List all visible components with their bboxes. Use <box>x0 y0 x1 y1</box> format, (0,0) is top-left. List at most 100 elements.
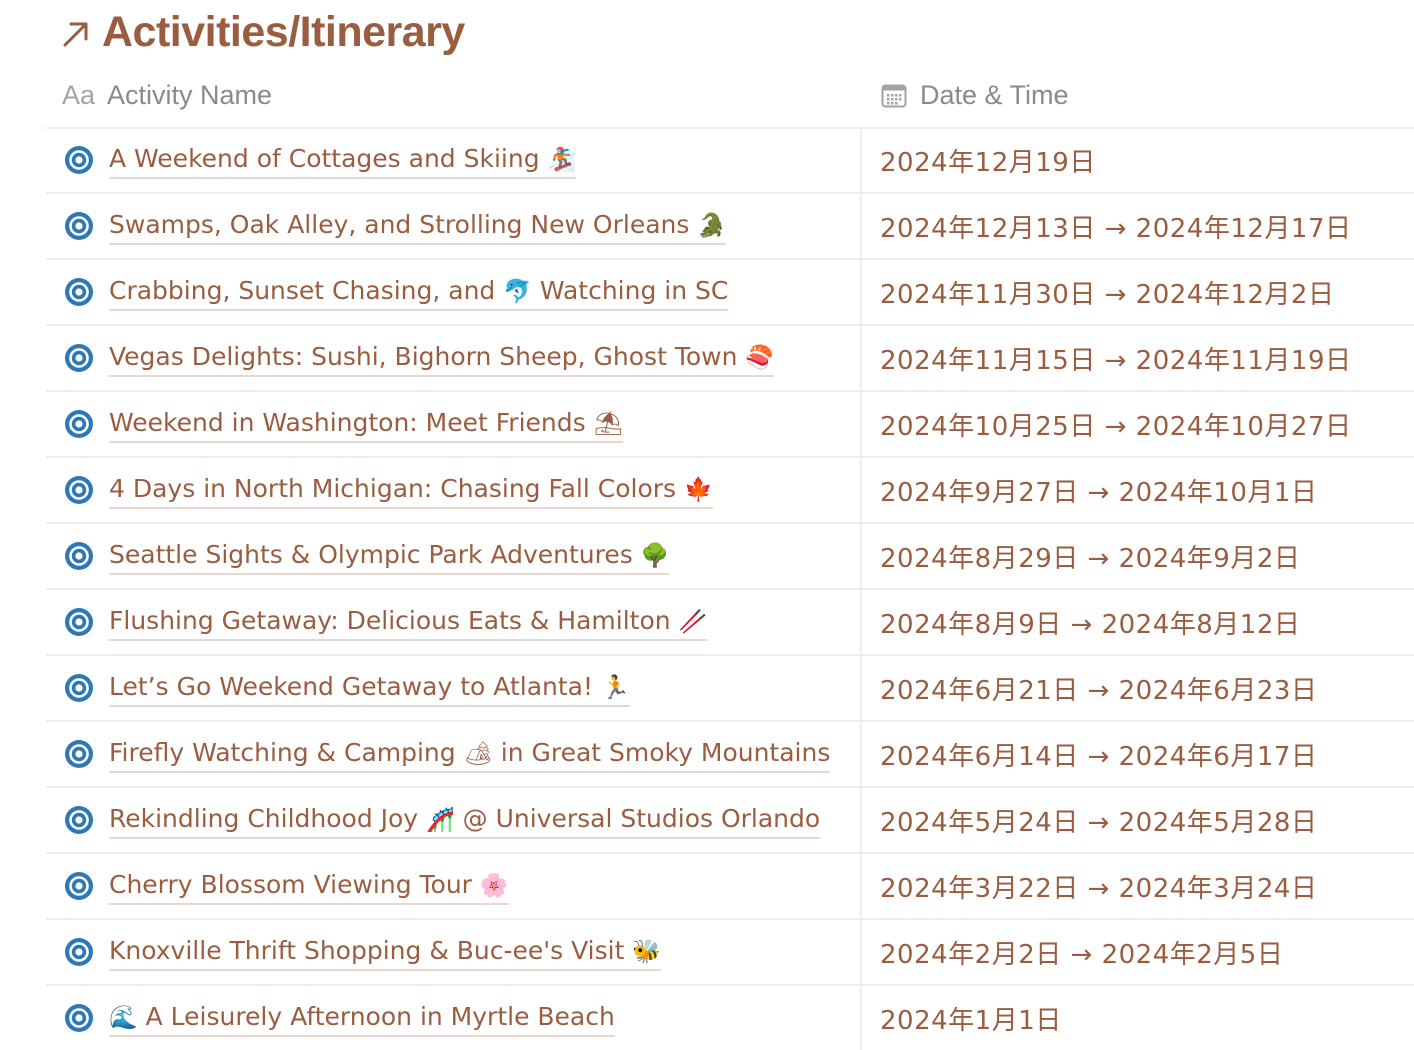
activity-title-link[interactable]: 4 Days in North Michigan: Chasing Fall C… <box>109 472 713 509</box>
activity-name-cell[interactable]: Cherry Blossom Viewing Tour 🌸 <box>46 854 862 918</box>
table-row[interactable]: Knoxville Thrift Shopping & Buc-ee's Vis… <box>46 920 1414 986</box>
table-row[interactable]: Flushing Getaway: Delicious Eats & Hamil… <box>46 590 1414 656</box>
activity-name-cell[interactable]: Flushing Getaway: Delicious Eats & Hamil… <box>46 590 862 654</box>
activity-title-link[interactable]: 🌊 A Leisurely Afternoon in Myrtle Beach <box>109 1000 615 1037</box>
table-row[interactable]: 🌊 A Leisurely Afternoon in Myrtle Beach 2… <box>46 986 1414 1050</box>
database-title[interactable]: Activities/Itinerary <box>60 4 465 60</box>
activity-title-text: Cherry Blossom Viewing Tour <box>109 869 472 899</box>
activity-title-text: A Weekend of Cottages and Skiing <box>109 143 540 173</box>
activity-name-cell[interactable]: Firefly Watching & Camping 🏕 in Great Sm… <box>46 722 862 786</box>
activity-emoji: 🏕 <box>463 740 493 767</box>
activity-title-text: Flushing Getaway: Delicious Eats & Hamil… <box>109 605 671 635</box>
activity-title-link[interactable]: Let’s Go Weekend Getaway to Atlanta! 🏃 <box>109 670 630 707</box>
activity-title-link[interactable]: Cherry Blossom Viewing Tour 🌸 <box>109 868 509 905</box>
activity-title-text: Watching in SC <box>531 275 729 305</box>
date-time-cell[interactable]: 2024年12月19日 <box>862 128 1096 192</box>
page-target-icon <box>64 145 94 175</box>
column-header-label: Date & Time <box>920 80 1069 110</box>
activity-title-link[interactable]: Firefly Watching & Camping 🏕 in Great Sm… <box>109 736 831 773</box>
activity-title-link[interactable]: Flushing Getaway: Delicious Eats & Hamil… <box>109 604 708 641</box>
activity-title-link[interactable]: Crabbing, Sunset Chasing, and 🐬 Watching… <box>109 274 729 311</box>
table-row[interactable]: Firefly Watching & Camping 🏕 in Great Sm… <box>46 722 1414 788</box>
activity-name-cell[interactable]: 🌊 A Leisurely Afternoon in Myrtle Beach <box>46 986 862 1050</box>
page-target-icon <box>64 343 94 373</box>
activity-title-link[interactable]: Seattle Sights & Olympic Park Adventures… <box>109 538 670 575</box>
page-target-icon <box>64 673 94 703</box>
date-time-cell[interactable]: 2024年11月30日 → 2024年12月2日 <box>862 260 1334 324</box>
date-time-cell[interactable]: 2024年6月21日 → 2024年6月23日 <box>862 656 1317 720</box>
activity-emoji: 🏂 <box>547 146 577 173</box>
database-title-text[interactable]: Activities/Itinerary <box>102 8 465 57</box>
page-target-icon <box>64 739 94 769</box>
activity-name-cell[interactable]: 4 Days in North Michigan: Chasing Fall C… <box>46 458 862 522</box>
table-row[interactable]: Weekend in Washington: Meet Friends ⛱ 202… <box>46 392 1414 458</box>
date-time-cell[interactable]: 2024年8月9日 → 2024年8月12日 <box>862 590 1300 654</box>
activity-title-link[interactable]: Knoxville Thrift Shopping & Buc-ee's Vis… <box>109 934 661 971</box>
activity-name-cell[interactable]: Let’s Go Weekend Getaway to Atlanta! 🏃 <box>46 656 862 720</box>
date-time-cell[interactable]: 2024年8月29日 → 2024年9月2日 <box>862 524 1300 588</box>
activity-title-link[interactable]: A Weekend of Cottages and Skiing 🏂 <box>109 142 577 179</box>
activity-title-link[interactable]: Rekindling Childhood Joy 🎢 @ Universal S… <box>109 802 821 839</box>
activity-name-cell[interactable]: Crabbing, Sunset Chasing, and 🐬 Watching… <box>46 260 862 324</box>
date-time-cell[interactable]: 2024年1月1日 <box>862 986 1062 1050</box>
activity-title-text: Swamps, Oak Alley, and Strolling New Orl… <box>109 209 690 239</box>
activity-emoji: 🍣 <box>745 344 775 371</box>
activity-emoji: 🌸 <box>479 872 509 899</box>
activity-title-text: Seattle Sights & Olympic Park Adventures <box>109 539 633 569</box>
activity-title-text: A Leisurely Afternoon in Myrtle Beach <box>137 1001 615 1031</box>
page-target-icon <box>64 805 94 835</box>
activity-emoji: 🎢 <box>426 806 455 833</box>
date-time-cell[interactable]: 2024年2月2日 → 2024年2月5日 <box>862 920 1283 984</box>
notion-database-view: Activities/Itinerary Aa Activity Name Da… <box>0 0 1414 1050</box>
activity-title-text: @ Universal Studios Orlando <box>454 803 821 833</box>
activity-emoji: 🌊 <box>109 1004 138 1031</box>
activity-name-cell[interactable]: Rekindling Childhood Joy 🎢 @ Universal S… <box>46 788 862 852</box>
activity-title-text: Knoxville Thrift Shopping & Buc-ee's Vis… <box>109 935 625 965</box>
activity-name-cell[interactable]: Knoxville Thrift Shopping & Buc-ee's Vis… <box>46 920 862 984</box>
date-time-cell[interactable]: 2024年11月15日 → 2024年11月19日 <box>862 326 1352 390</box>
activity-title-link[interactable]: Swamps, Oak Alley, and Strolling New Orl… <box>109 208 726 245</box>
page-target-icon <box>64 541 94 571</box>
date-time-cell[interactable]: 2024年3月22日 → 2024年3月24日 <box>862 854 1317 918</box>
activity-emoji: 🥢 <box>678 608 708 635</box>
table-row[interactable]: Cherry Blossom Viewing Tour 🌸 2024年3月22日 … <box>46 854 1414 920</box>
table-row[interactable]: 4 Days in North Michigan: Chasing Fall C… <box>46 458 1414 524</box>
activity-name-cell[interactable]: A Weekend of Cottages and Skiing 🏂 <box>46 128 862 192</box>
date-time-cell[interactable]: 2024年10月25日 → 2024年10月27日 <box>862 392 1352 456</box>
table-row[interactable]: A Weekend of Cottages and Skiing 🏂 2024年1… <box>46 128 1414 194</box>
table-row[interactable]: Swamps, Oak Alley, and Strolling New Orl… <box>46 194 1414 260</box>
activity-name-cell[interactable]: Seattle Sights & Olympic Park Adventures… <box>46 524 862 588</box>
activity-name-cell[interactable]: Weekend in Washington: Meet Friends ⛱ <box>46 392 862 456</box>
activity-name-cell[interactable]: Swamps, Oak Alley, and Strolling New Orl… <box>46 194 862 258</box>
page-target-icon <box>64 409 94 439</box>
column-header-date-time[interactable]: Date & Time <box>862 64 1069 127</box>
table-row[interactable]: Vegas Delights: Sushi, Bighorn Sheep, Gh… <box>46 326 1414 392</box>
table-row[interactable]: Let’s Go Weekend Getaway to Atlanta! 🏃 20… <box>46 656 1414 722</box>
activity-title-link[interactable]: Vegas Delights: Sushi, Bighorn Sheep, Gh… <box>109 340 775 377</box>
page-target-icon <box>64 211 94 241</box>
activity-title-link[interactable]: Weekend in Washington: Meet Friends ⛱ <box>109 406 623 443</box>
table-row[interactable]: Crabbing, Sunset Chasing, and 🐬 Watching… <box>46 260 1414 326</box>
date-time-cell[interactable]: 2024年6月14日 → 2024年6月17日 <box>862 722 1317 786</box>
activity-name-cell[interactable]: Vegas Delights: Sushi, Bighorn Sheep, Gh… <box>46 326 862 390</box>
table-row[interactable]: Seattle Sights & Olympic Park Adventures… <box>46 524 1414 590</box>
activity-title-text: Rekindling Childhood Joy <box>109 803 427 833</box>
page-target-icon <box>64 871 94 901</box>
date-time-cell[interactable]: 2024年5月24日 → 2024年5月28日 <box>862 788 1317 852</box>
date-time-cell[interactable]: 2024年12月13日 → 2024年12月17日 <box>862 194 1352 258</box>
table-header: Aa Activity Name Date & Time <box>46 64 1414 129</box>
activity-emoji: ⛱ <box>593 410 623 437</box>
table-row[interactable]: Rekindling Childhood Joy 🎢 @ Universal S… <box>46 788 1414 854</box>
calendar-icon <box>880 82 908 110</box>
activity-emoji: 🍁 <box>684 476 713 503</box>
activity-emoji: 🐊 <box>697 212 726 239</box>
date-time-cell[interactable]: 2024年9月27日 → 2024年10月1日 <box>862 458 1317 522</box>
column-header-label: Activity Name <box>107 80 273 110</box>
column-header-activity-name[interactable]: Aa Activity Name <box>46 64 862 127</box>
